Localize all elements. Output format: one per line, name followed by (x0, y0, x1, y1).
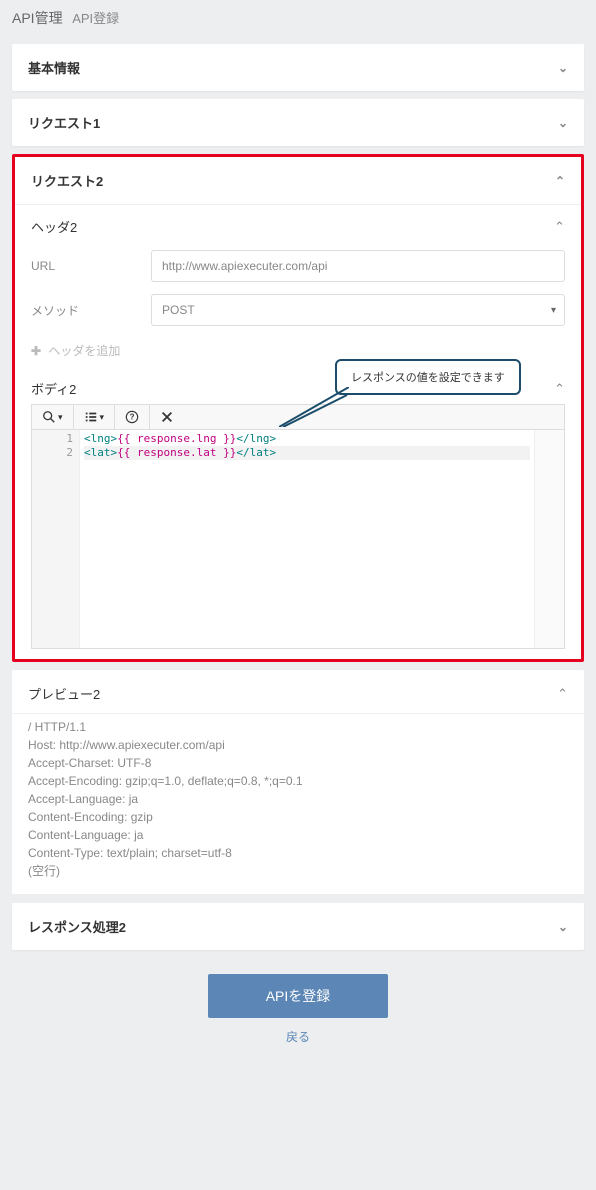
help-icon: ? (125, 410, 139, 424)
url-input[interactable] (151, 250, 565, 282)
chevron-down-icon: ⌄ (558, 116, 568, 130)
code-editor[interactable]: 1 2 <lng>{{ response.lng }}</lng><lat>{{… (31, 429, 565, 649)
preview-header[interactable]: プレビュー2 ⌃ (12, 670, 584, 709)
help-button[interactable]: ? (115, 405, 150, 429)
preview-title: プレビュー2 (28, 684, 100, 703)
chevron-up-icon: ⌃ (554, 381, 565, 397)
breadcrumb-main: API管理 (12, 10, 63, 26)
method-value: POST (162, 303, 195, 317)
chevron-up-icon: ⌃ (555, 174, 565, 188)
svg-text:?: ? (130, 413, 135, 422)
panel-request-2-header[interactable]: リクエスト2 ⌃ (15, 157, 581, 205)
panel-request-1[interactable]: リクエスト1 ⌄ (12, 99, 584, 146)
breadcrumb-sub: API登録 (72, 11, 119, 26)
chevron-down-icon: ⌄ (558, 920, 568, 934)
close-button[interactable] (150, 405, 184, 429)
subpanel-header-2[interactable]: ヘッダ2 ⌃ (15, 205, 581, 244)
list-icon (84, 410, 98, 424)
search-icon (42, 410, 56, 424)
method-label: メソッド (31, 302, 151, 319)
subpanel-title: ヘッダ2 (31, 217, 77, 236)
body-title: ボディ2 (31, 379, 76, 398)
form-row-url: URL (15, 244, 581, 288)
url-label: URL (31, 259, 151, 273)
panel-title: レスポンス処理2 (28, 917, 126, 936)
panel-response-2[interactable]: レスポンス処理2 ⌄ (12, 903, 584, 950)
close-icon (160, 410, 174, 424)
chevron-up-icon: ⌃ (554, 219, 565, 235)
list-button[interactable]: ▾ (74, 405, 116, 429)
form-row-method: メソッド POST (15, 288, 581, 332)
chevron-up-icon: ⌃ (557, 686, 568, 702)
add-header-label: ヘッダを追加 (48, 344, 120, 358)
panel-title: リクエスト2 (31, 171, 103, 190)
panel-request-2: リクエスト2 ⌃ ヘッダ2 ⌃ URL メソッド POST ✚ ヘッダを追加 (12, 154, 584, 662)
plus-icon: ✚ (31, 344, 41, 358)
caret-down-icon: ▾ (100, 412, 105, 423)
actions: APIを登録 戻る (0, 958, 596, 1045)
editor-minimap[interactable] (534, 430, 564, 648)
editor-code[interactable]: <lng>{{ response.lng }}</lng><lat>{{ res… (80, 430, 534, 648)
caret-down-icon: ▾ (58, 412, 63, 423)
back-link[interactable]: 戻る (0, 1028, 596, 1045)
panel-basic-info[interactable]: 基本情報 ⌄ (12, 44, 584, 91)
chevron-down-icon: ⌄ (558, 61, 568, 75)
submit-button[interactable]: APIを登録 (208, 974, 388, 1018)
method-select[interactable]: POST (151, 294, 565, 326)
breadcrumb: API管理 API登録 (0, 0, 596, 36)
search-button[interactable]: ▾ (32, 405, 74, 429)
panel-title: リクエスト1 (28, 113, 100, 132)
callout-text: レスポンスの値を設定できます (335, 359, 521, 395)
panel-preview-2: プレビュー2 ⌃ / HTTP/1.1 Host: http://www.api… (12, 670, 584, 895)
editor-gutter: 1 2 (32, 430, 80, 648)
preview-body: / HTTP/1.1 Host: http://www.apiexecuter.… (12, 714, 584, 895)
callout-tooltip: レスポンスの値を設定できます (335, 359, 521, 395)
panel-title: 基本情報 (28, 58, 80, 77)
